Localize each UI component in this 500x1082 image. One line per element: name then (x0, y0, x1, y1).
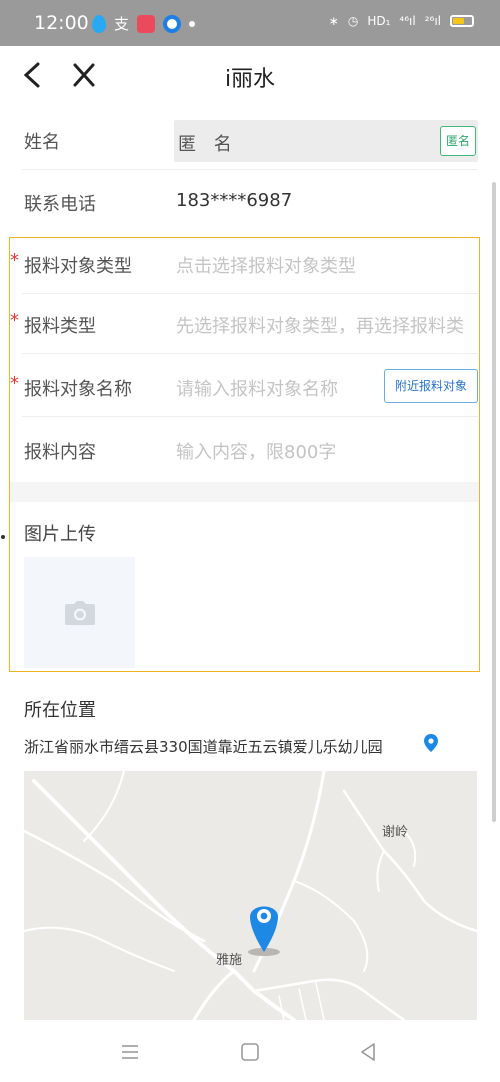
back-triangle-icon[interactable] (356, 1040, 380, 1064)
nearby-target-button[interactable]: 附近报料对象 (384, 369, 478, 403)
required-mark: * (10, 373, 19, 394)
alarm-icon: ◷ (347, 14, 359, 28)
side-dot (1, 535, 5, 539)
map-view[interactable]: 谢岭 雅施 (24, 771, 477, 1020)
map-label-xieling: 谢岭 (382, 825, 409, 840)
hd-icon: HD₁ (367, 14, 391, 28)
required-mark: * (10, 310, 19, 331)
signal-icon: ⁴⁶ıl (399, 14, 416, 28)
scrollbar[interactable] (492, 182, 496, 822)
heart-app-icon (137, 14, 156, 33)
phone-row: 联系电话 183****6987 (22, 170, 478, 232)
name-value: 匿 名 (178, 134, 238, 155)
bluetooth-icon: ∗ (328, 14, 339, 28)
location-pin-icon[interactable] (424, 734, 438, 752)
bottom-nav (0, 1022, 500, 1082)
status-bar: 12:00 支 ∗ ◷ HD₁ ⁴⁶ıl ²⁶ıl (0, 0, 500, 46)
content-label: 报料内容 (24, 442, 96, 463)
phone-label: 联系电话 (24, 194, 96, 215)
upload-label: 图片上传 (24, 524, 96, 545)
report-type-label: 报料类型 (24, 316, 96, 337)
target-name-label: 报料对象名称 (24, 379, 132, 400)
dot-icon (189, 20, 196, 27)
required-mark: * (10, 250, 19, 271)
address-text: 浙江省丽水市缙云县330国道靠近五云镇爱儿乐幼儿园 (24, 738, 383, 756)
status-right-icons: ∗ ◷ HD₁ ⁴⁶ıl ²⁶ıl (329, 14, 474, 28)
target-type-label: 报料对象类型 (24, 256, 132, 277)
status-time: 12:00 (34, 12, 89, 34)
camera-icon (65, 601, 95, 625)
name-label: 姓名 (24, 132, 60, 153)
menu-icon[interactable] (118, 1040, 142, 1064)
status-left-icons: 支 (92, 13, 196, 34)
name-row: 姓名 匿 名 匿名 (22, 108, 478, 170)
report-type-select[interactable]: 先选择报料对象类型，再选择报料类 (176, 312, 478, 338)
map-label-yashi: 雅施 (216, 953, 243, 968)
phone-value: 183****6987 (176, 190, 293, 211)
page-title: i丽水 (224, 67, 276, 92)
map-roads (24, 771, 477, 1020)
report-type-row[interactable]: * 报料类型 先选择报料对象类型，再选择报料类 (10, 292, 478, 354)
content-input[interactable]: 输入内容，限800字 (176, 438, 336, 464)
location-label: 所在位置 (24, 700, 96, 721)
home-square-icon[interactable] (238, 1040, 262, 1064)
nav-bar: i丽水 (0, 46, 500, 104)
battery-icon (450, 15, 474, 27)
target-name-input[interactable]: 请输入报料对象名称 (176, 375, 338, 401)
name-field[interactable]: 匿 名 匿名 (174, 120, 478, 162)
map-pin-icon (248, 906, 280, 956)
anonymous-button[interactable]: 匿名 (440, 126, 476, 156)
content-row: 报料内容 输入内容，限800字 (22, 418, 478, 480)
app-icon: 支 (114, 15, 130, 33)
target-type-select[interactable]: 点击选择报料对象类型 (176, 252, 356, 278)
target-name-row: * 报料对象名称 请输入报料对象名称 附近报料对象 (10, 355, 478, 417)
target-type-row[interactable]: * 报料对象类型 点击选择报料对象类型 (10, 232, 478, 294)
circle-app-icon (163, 14, 182, 33)
signal-icon: ²⁶ıl (424, 14, 441, 28)
water-drop-icon (92, 14, 106, 33)
image-upload-box[interactable] (24, 557, 135, 668)
section-divider (10, 482, 479, 502)
